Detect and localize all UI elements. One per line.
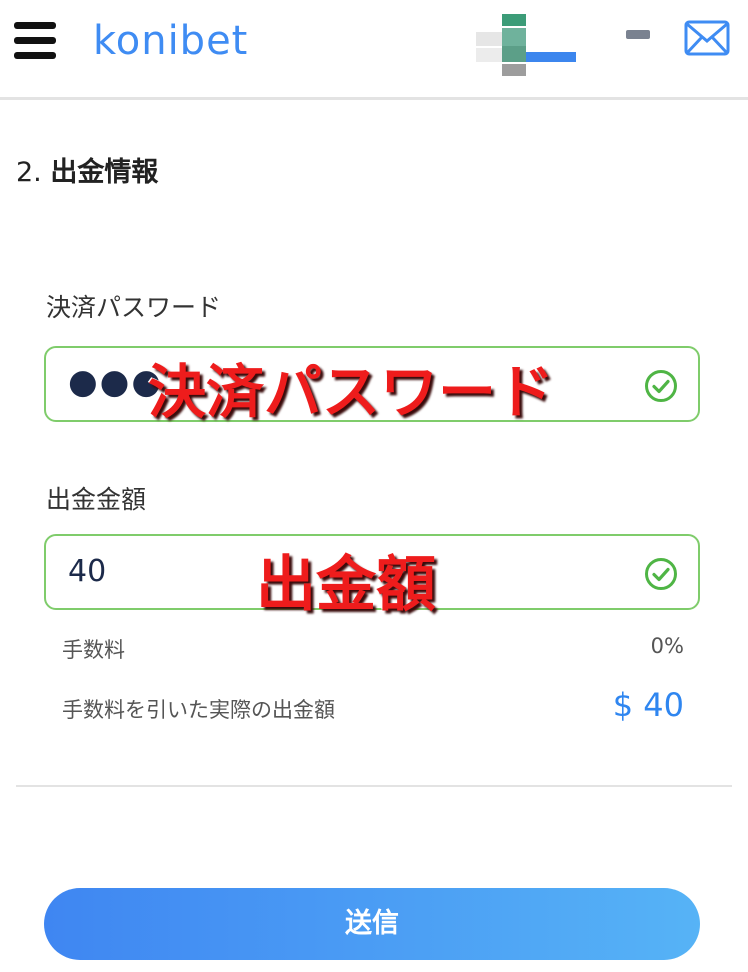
top-header: konibet xyxy=(0,0,748,100)
section-title: 2. 出金情報 xyxy=(16,150,158,189)
divider xyxy=(16,785,732,787)
submit-button[interactable]: 送信 xyxy=(44,888,700,960)
brand-logo[interactable]: konibet xyxy=(93,18,248,64)
amount-value: 40 xyxy=(68,554,107,589)
mail-icon[interactable] xyxy=(684,20,730,56)
net-amount-label: 手数料を引いた実際の出金額 xyxy=(62,698,335,722)
password-annotation: 決済パスワード xyxy=(148,358,555,426)
check-circle-icon xyxy=(645,370,677,402)
hamburger-menu-icon[interactable] xyxy=(14,22,56,62)
fee-row: 手数料 0% xyxy=(62,634,684,664)
fee-label: 手数料 xyxy=(62,638,125,662)
minus-icon[interactable] xyxy=(626,30,650,39)
section-title-text: 出金情報 xyxy=(50,157,159,188)
net-amount-row: 手数料を引いた実際の出金額 $ 40 xyxy=(62,686,684,724)
net-amount-value: $ 40 xyxy=(612,686,684,724)
section-number: 2. xyxy=(16,157,42,188)
pixelated-avatar xyxy=(476,14,578,78)
amount-label: 出金金額 xyxy=(46,485,147,514)
password-label: 決済パスワード xyxy=(46,293,222,322)
check-circle-icon xyxy=(645,558,677,590)
fee-value: 0% xyxy=(650,634,684,658)
amount-annotation: 出金額 xyxy=(256,550,436,620)
